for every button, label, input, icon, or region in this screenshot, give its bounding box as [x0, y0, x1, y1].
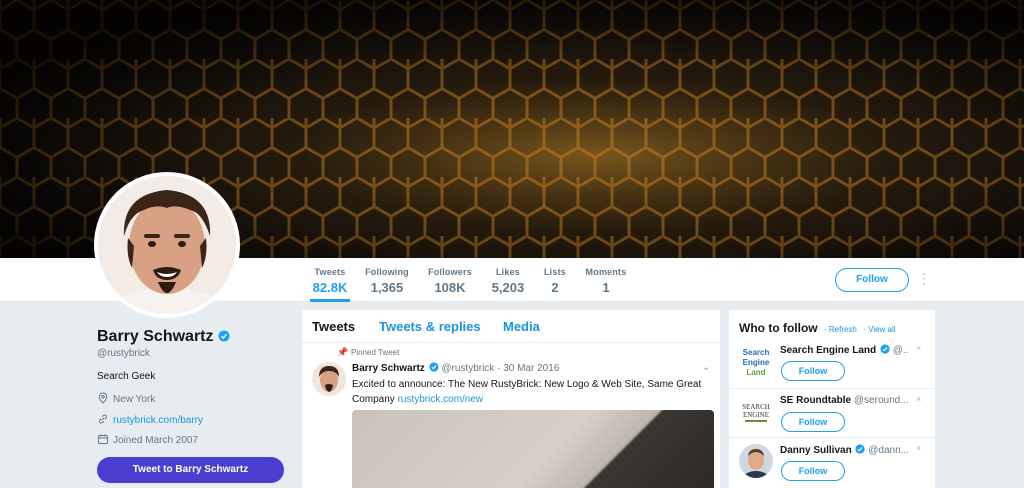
svg-text:Search: Search: [743, 348, 770, 357]
suggestion-name: Danny Sullivan @dann...: [780, 444, 908, 456]
chevron-down-icon[interactable]: ⌄: [702, 362, 710, 373]
stat-value: 1: [602, 280, 610, 295]
who-to-follow-header: Who to follow · Refresh · View all: [739, 321, 896, 335]
suggestion-display-name[interactable]: Search Engine Land: [780, 345, 876, 356]
timeline-tabs: Tweets Tweets & replies Media: [302, 310, 720, 343]
suggestion-handle[interactable]: @dann...: [868, 445, 908, 456]
profile-name: Barry Schwartz: [97, 328, 230, 346]
profile-joined: Joined March 2007: [97, 433, 198, 446]
who-to-follow-title: Who to follow: [739, 321, 818, 335]
suggestion-item: SEARCH ENGINE SE Roundtable @seround... …: [729, 388, 935, 438]
pin-icon: 📌: [337, 347, 349, 357]
ds-avatar-art: [739, 444, 773, 478]
stat-moments[interactable]: Moments 1: [584, 267, 628, 295]
who-to-follow-panel: Who to follow · Refresh · View all Searc…: [729, 310, 935, 488]
dismiss-icon[interactable]: ×: [916, 343, 921, 353]
verified-badge-icon: [218, 330, 229, 342]
tweet-author-handle[interactable]: @rustybrick: [441, 363, 494, 374]
stat-value: 5,203: [491, 280, 525, 295]
verified-badge-icon: [880, 344, 890, 354]
stat-label: Lists: [543, 267, 566, 277]
sel-logo-art: Search Engine Land: [739, 344, 773, 378]
stat-value: 108K: [434, 280, 466, 295]
tab-tweets-replies[interactable]: Tweets & replies: [379, 319, 481, 334]
suggestion-name: SE Roundtable @seround...: [780, 395, 908, 406]
se-roundtable-logo[interactable]: SEARCH ENGINE: [739, 395, 773, 429]
tweet-media-image[interactable]: [352, 410, 714, 488]
suggestion-follow-button[interactable]: Follow: [781, 461, 845, 481]
website-link[interactable]: rustybrick.com/barry: [113, 415, 203, 426]
suggestion-follow-button[interactable]: Follow: [781, 412, 845, 432]
calendar-icon: [98, 434, 108, 444]
location-pin-icon: [98, 392, 108, 404]
svg-text:Land: Land: [746, 368, 765, 377]
stat-followers[interactable]: Followers 108K: [427, 267, 473, 295]
svg-text:Engine: Engine: [743, 358, 770, 367]
tab-media[interactable]: Media: [503, 319, 540, 334]
stat-label: Followers: [428, 267, 472, 277]
joined-text: Joined March 2007: [113, 435, 199, 446]
avatar-portrait: [98, 176, 236, 314]
tweet-author-name[interactable]: Barry Schwartz: [352, 363, 425, 374]
stat-value: 1,365: [370, 280, 404, 295]
stat-value: 82.8K: [312, 280, 348, 295]
verified-badge-icon: [855, 444, 866, 454]
tab-tweets[interactable]: Tweets: [312, 319, 355, 334]
search-engine-land-logo[interactable]: Search Engine Land: [739, 344, 773, 378]
stat-label: Likes: [495, 267, 520, 277]
dismiss-icon[interactable]: ×: [916, 443, 921, 453]
suggestion-display-name[interactable]: SE Roundtable: [780, 395, 851, 406]
profile-location: New York: [97, 392, 155, 405]
stat-label: Moments: [585, 267, 627, 277]
refresh-link[interactable]: · Refresh: [824, 325, 857, 334]
tweet-text: Excited to announce: The New RustyBrick:…: [352, 377, 712, 407]
suggestion-handle[interactable]: @...: [893, 345, 908, 356]
tweet-avatar-portrait: [312, 362, 346, 396]
profile-handle[interactable]: @rustybrick: [97, 348, 150, 359]
svg-text:SEARCH: SEARCH: [742, 403, 770, 411]
suggestion-item: Danny Sullivan @dann... × Follow: [729, 437, 935, 487]
follow-button[interactable]: Follow: [835, 268, 909, 292]
suggestion-item: Search Engine Land Search Engine Land @.…: [729, 338, 935, 388]
tweet-to-button[interactable]: Tweet to Barry Schwartz: [97, 457, 284, 483]
stat-tweets[interactable]: Tweets 82.8K: [310, 267, 350, 302]
dismiss-icon[interactable]: ×: [916, 394, 921, 404]
profile-avatar[interactable]: [94, 172, 240, 318]
stat-lists[interactable]: Lists 2: [542, 267, 568, 295]
pinned-label: Pinned Tweet: [351, 348, 400, 357]
stat-label: Tweets: [314, 267, 346, 277]
tweet-header: Barry Schwartz @rustybrick · 30 Mar 2016: [352, 362, 559, 374]
link-icon: [99, 414, 107, 424]
more-options-icon[interactable]: · · ·: [919, 267, 929, 289]
stat-value: 2: [551, 280, 559, 295]
tweet-link[interactable]: rustybrick.com/new: [398, 394, 484, 405]
verified-badge-icon: [429, 362, 439, 372]
danny-sullivan-avatar[interactable]: [739, 444, 773, 478]
tweet-date[interactable]: · 30 Mar 2016: [497, 363, 559, 374]
svg-text:ENGINE: ENGINE: [743, 411, 769, 419]
stat-likes[interactable]: Likes 5,203: [489, 267, 527, 295]
stat-following[interactable]: Following 1,365: [364, 267, 410, 295]
ser-logo-art: SEARCH ENGINE: [739, 395, 773, 429]
timeline: Tweets Tweets & replies Media 📌 Pinned T…: [302, 310, 720, 488]
location-text: New York: [113, 394, 156, 405]
suggestion-name: Search Engine Land @...: [780, 344, 908, 356]
profile-bio: Search Geek: [97, 371, 156, 382]
suggestion-handle[interactable]: @seround...: [854, 395, 908, 406]
view-all-link[interactable]: · View all: [863, 325, 895, 334]
profile-name-text: Barry Schwartz: [97, 328, 214, 345]
suggestion-follow-button[interactable]: Follow: [781, 361, 845, 381]
tweet-avatar[interactable]: [312, 362, 346, 396]
stat-label: Following: [365, 267, 409, 277]
suggestion-display-name[interactable]: Danny Sullivan: [780, 445, 852, 456]
profile-website: rustybrick.com/barry: [97, 413, 203, 426]
